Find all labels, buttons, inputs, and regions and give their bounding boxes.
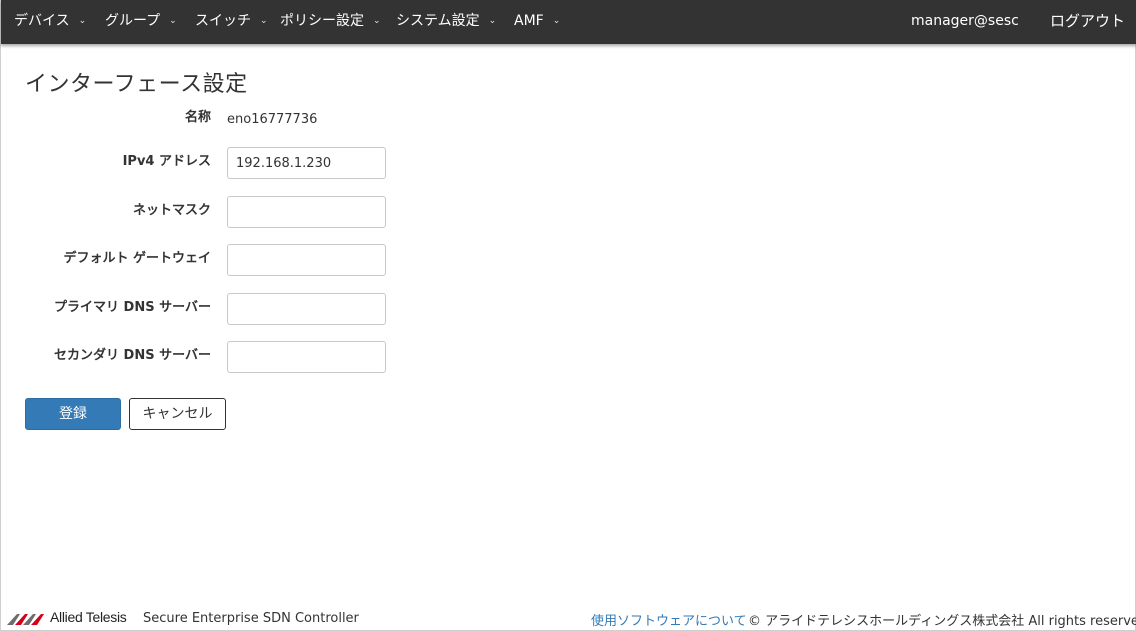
logo-text: Allied Telesis bbox=[50, 609, 127, 625]
form-row-gateway: デフォルト ゲートウェイ bbox=[1, 244, 401, 278]
chevron-down-icon: ⌄ bbox=[78, 16, 87, 26]
logo-mark-icon bbox=[7, 614, 44, 625]
nav-menu-amf-label: AMF bbox=[514, 13, 544, 29]
footer: Allied Telesis Secure Enterprise SDN Con… bbox=[1, 606, 1136, 630]
name-value: eno16777736 bbox=[227, 112, 318, 127]
netmask-label: ネットマスク bbox=[132, 203, 211, 218]
nav-menu-policy-settings-label: ポリシー設定 bbox=[280, 13, 364, 29]
nav-menu-system-settings-label: システム設定 bbox=[396, 13, 480, 29]
chevron-down-icon: ⌄ bbox=[260, 16, 268, 26]
form-row-ipv4: IPv4 アドレス bbox=[1, 147, 401, 181]
nav-menu-groups-label: グループ bbox=[105, 13, 161, 29]
user-account-menu[interactable]: manager@sesc bbox=[911, 0, 1019, 44]
nav-menu-groups[interactable]: グループ ⌄ bbox=[105, 0, 177, 44]
submit-button[interactable]: 登録 bbox=[25, 398, 121, 430]
chevron-down-icon: ⌄ bbox=[552, 16, 561, 26]
nav-menu-switches[interactable]: スイッチ ⌄ bbox=[195, 0, 268, 44]
logout-link[interactable]: ログアウト bbox=[1050, 0, 1125, 44]
nav-menu-devices-label: デバイス bbox=[14, 13, 70, 29]
primary-dns-input[interactable] bbox=[227, 293, 386, 325]
chevron-down-icon: ⌄ bbox=[373, 16, 381, 26]
default-gateway-label: デフォルト ゲートウェイ bbox=[63, 251, 211, 266]
chevron-down-icon: ⌄ bbox=[169, 16, 177, 26]
name-label: 名称 bbox=[184, 110, 211, 125]
software-license-link[interactable]: 使用ソフトウェアについて bbox=[591, 610, 747, 629]
nav-menu-devices[interactable]: デバイス ⌄ bbox=[14, 0, 86, 44]
cancel-button[interactable]: キャンセル bbox=[129, 398, 226, 430]
netmask-input[interactable] bbox=[227, 196, 386, 228]
form-row-secondary-dns: セカンダリ DNS サーバー bbox=[1, 341, 401, 375]
secondary-dns-label: セカンダリ DNS サーバー bbox=[54, 348, 211, 363]
form-row-name: 名称 eno16777736 bbox=[1, 103, 401, 137]
ipv4-address-label: IPv4 アドレス bbox=[122, 154, 211, 169]
ipv4-address-input[interactable] bbox=[227, 147, 386, 179]
top-navbar: デバイス ⌄ グループ ⌄ スイッチ ⌄ ポリシー設定 ⌄ システム設定 ⌄ AMF ⌄ m… bbox=[1, 0, 1136, 44]
secondary-dns-input[interactable] bbox=[227, 341, 386, 373]
page-title: インターフェース設定 bbox=[25, 72, 248, 97]
form-row-primary-dns: プライマリ DNS サーバー bbox=[1, 293, 401, 327]
primary-dns-label: プライマリ DNS サーバー bbox=[54, 300, 211, 315]
product-name: Secure Enterprise SDN Controller bbox=[143, 611, 359, 626]
form-row-netmask: ネットマスク bbox=[1, 196, 401, 230]
chevron-down-icon: ⌄ bbox=[488, 16, 497, 26]
nav-menu-amf[interactable]: AMF ⌄ bbox=[514, 0, 560, 44]
copyright-text: © アライドテレシスホールディングス株式会社 All rights reserv… bbox=[748, 614, 1136, 629]
logout-label: ログアウト bbox=[1050, 12, 1126, 30]
nav-menu-switches-label: スイッチ bbox=[195, 13, 251, 29]
user-account-label: manager@sesc bbox=[911, 13, 1019, 29]
default-gateway-input[interactable] bbox=[227, 244, 386, 276]
nav-menu-system-settings[interactable]: システム設定 ⌄ bbox=[396, 0, 496, 44]
nav-menu-policy-settings[interactable]: ポリシー設定 ⌄ bbox=[280, 0, 381, 44]
